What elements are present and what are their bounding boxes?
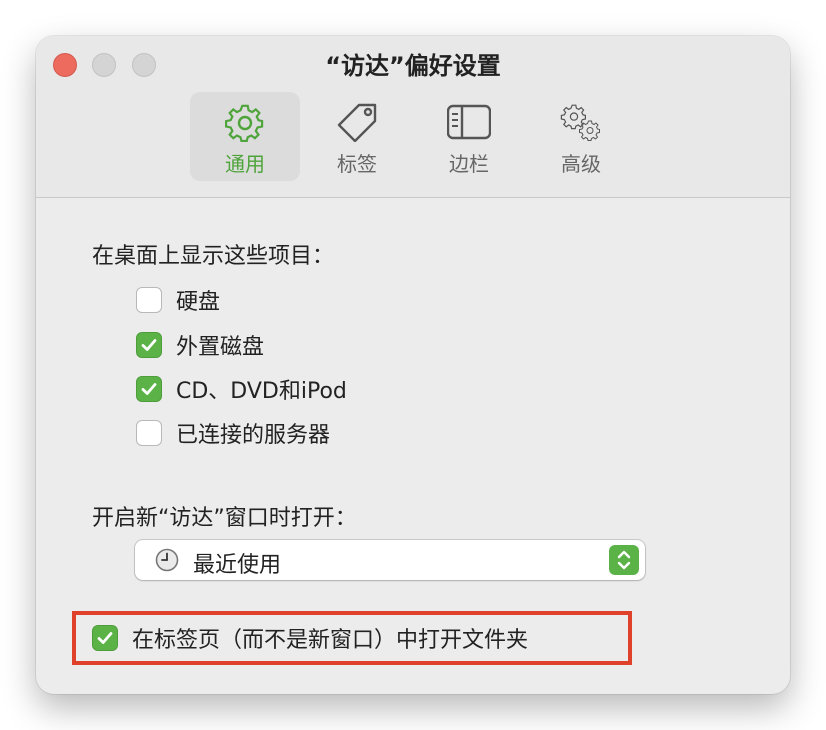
connected-servers-label: 已连接的服务器 bbox=[176, 423, 331, 448]
tab-general[interactable]: 通用 bbox=[190, 92, 300, 181]
preferences-window: “访达”偏好设置 通用 标签 边栏 高级 在桌面上显示这些项目： 硬盘 外置磁盘… bbox=[36, 36, 790, 694]
popup-stepper[interactable] bbox=[609, 545, 639, 575]
tab-tags[interactable]: 标签 bbox=[302, 92, 412, 181]
external-disks-label: 外置磁盘 bbox=[176, 335, 265, 360]
tab-tags-label: 标签 bbox=[337, 152, 377, 176]
tab-advanced[interactable]: 高级 bbox=[526, 92, 636, 181]
cd-dvd-ipod-checkbox[interactable] bbox=[136, 376, 162, 402]
new-window-heading: 开启新“访达”窗口时打开： bbox=[92, 506, 357, 531]
clock-icon bbox=[155, 548, 179, 572]
chevron-up-down-icon bbox=[617, 550, 631, 570]
new-window-popup[interactable]: 最近使用 bbox=[135, 540, 645, 580]
tab-advanced-label: 高级 bbox=[561, 152, 601, 176]
checkbox-row-external-disks[interactable]: 外置磁盘 bbox=[136, 331, 265, 360]
sidebar-icon bbox=[447, 104, 491, 140]
hard-disks-checkbox[interactable] bbox=[136, 287, 162, 313]
checkbox-row-connected-servers[interactable]: 已连接的服务器 bbox=[136, 419, 331, 448]
hard-disks-label: 硬盘 bbox=[176, 290, 221, 315]
checkbox-row-hard-disks[interactable]: 硬盘 bbox=[136, 286, 221, 315]
checkbox-row-cd-dvd-ipod[interactable]: CD、DVD和iPod bbox=[136, 375, 347, 404]
checkmark-icon bbox=[141, 383, 157, 395]
highlight-box bbox=[72, 611, 632, 665]
tab-sidebar-label: 边栏 bbox=[449, 152, 489, 176]
connected-servers-checkbox[interactable] bbox=[136, 420, 162, 446]
desktop-heading: 在桌面上显示这些项目： bbox=[92, 244, 335, 269]
tab-general-label: 通用 bbox=[225, 152, 265, 176]
gears-icon bbox=[560, 104, 600, 141]
cd-dvd-ipod-label: CD、DVD和iPod bbox=[176, 379, 347, 404]
titlebar: “访达”偏好设置 通用 标签 边栏 高级 bbox=[36, 36, 790, 198]
tab-sidebar[interactable]: 边栏 bbox=[414, 92, 524, 181]
external-disks-checkbox[interactable] bbox=[136, 332, 162, 358]
window-title: “访达”偏好设置 bbox=[325, 52, 501, 80]
checkmark-icon bbox=[141, 339, 157, 351]
tag-icon bbox=[337, 103, 377, 142]
gear-icon bbox=[225, 104, 264, 142]
popup-selected-value: 最近使用 bbox=[193, 553, 282, 578]
